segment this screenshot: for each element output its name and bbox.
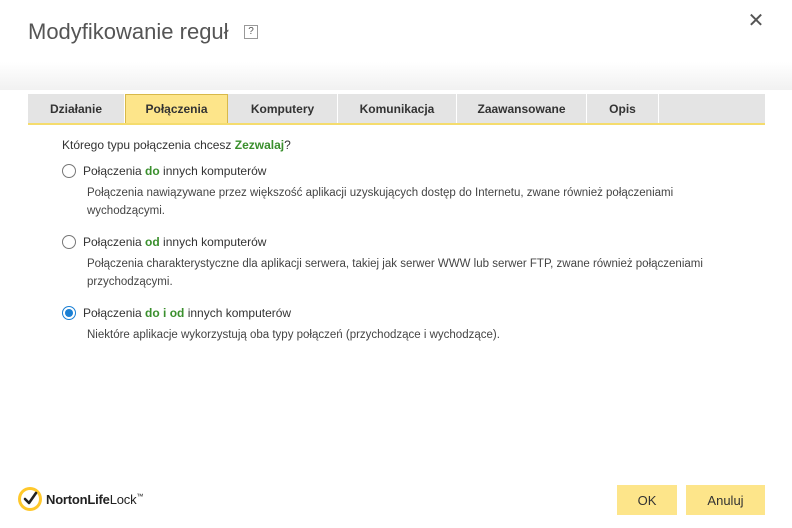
radio-incoming[interactable] [62, 235, 76, 249]
option-both-label[interactable]: Połączenia do i od innych komputerów [83, 306, 291, 320]
tab-komunikacja[interactable]: Komunikacja [338, 94, 457, 123]
question-highlight: Zezwalaj [234, 138, 285, 152]
description-line: wychodzącymi. [87, 205, 165, 217]
option-label-prefix: Połączenia [83, 235, 146, 249]
question-suffix: ? [284, 138, 291, 152]
dialog-header: Modyfikowanie reguł ? ✕ [0, 0, 792, 90]
option-label-suffix: innych komputerów [159, 164, 267, 178]
tab-dzialanie[interactable]: Działanie [28, 94, 125, 123]
option-label-prefix: Połączenia [83, 306, 146, 320]
description-line: Połączenia charakterystyczne dla aplikac… [87, 258, 703, 270]
connection-type-question: Którego typu połączenia chcesz Zezwalaj? [62, 138, 291, 152]
option-incoming-label[interactable]: Połączenia od innych komputerów [83, 235, 266, 249]
tab-komputery[interactable]: Komputery [228, 94, 338, 123]
option-label-highlight: do i od [145, 306, 185, 320]
cancel-button[interactable]: Anuluj [686, 485, 765, 515]
norton-lifelock-logo: NortonLifeLock™ [18, 487, 143, 511]
ok-button[interactable]: OK [617, 485, 677, 515]
option-outgoing-description: Połączenia nawiązywane przez większość a… [87, 184, 737, 220]
tab-zaawansowane[interactable]: Zaawansowane [457, 94, 587, 123]
help-icon[interactable]: ? [244, 25, 258, 39]
description-line: przychodzącymi. [87, 276, 173, 288]
trademark-symbol: ™ [136, 493, 144, 501]
description-line: Połączenia nawiązywane przez większość a… [87, 187, 674, 199]
brand-light: Lock [109, 491, 137, 507]
option-label-highlight: od [145, 235, 160, 249]
option-both-description: Niektóre aplikacje wykorzystują oba typy… [87, 326, 737, 344]
option-label-suffix: innych komputerów [184, 306, 292, 320]
dialog-title: Modyfikowanie reguł [28, 19, 229, 44]
close-icon[interactable]: ✕ [745, 10, 767, 32]
option-label-suffix: innych komputerów [159, 235, 267, 249]
tab-bar: Działanie Połączenia Komputery Komunikac… [28, 94, 765, 125]
brand-name: NortonLifeLock™ [46, 492, 143, 507]
radio-both[interactable] [62, 306, 76, 320]
option-incoming-description: Połączenia charakterystyczne dla aplikac… [87, 255, 737, 291]
question-prefix: Którego typu połączenia chcesz [62, 138, 235, 152]
tab-opis[interactable]: Opis [587, 94, 659, 123]
option-outgoing-label[interactable]: Połączenia do innych komputerów [83, 164, 266, 178]
option-label-prefix: Połączenia [83, 164, 146, 178]
tab-polaczenia[interactable]: Połączenia [125, 94, 228, 123]
checkmark-icon [18, 487, 42, 511]
option-label-highlight: do [145, 164, 160, 178]
brand-bold: NortonLife [46, 491, 110, 507]
description-line: Niektóre aplikacje wykorzystują oba typy… [87, 329, 500, 341]
radio-outgoing[interactable] [62, 164, 76, 178]
